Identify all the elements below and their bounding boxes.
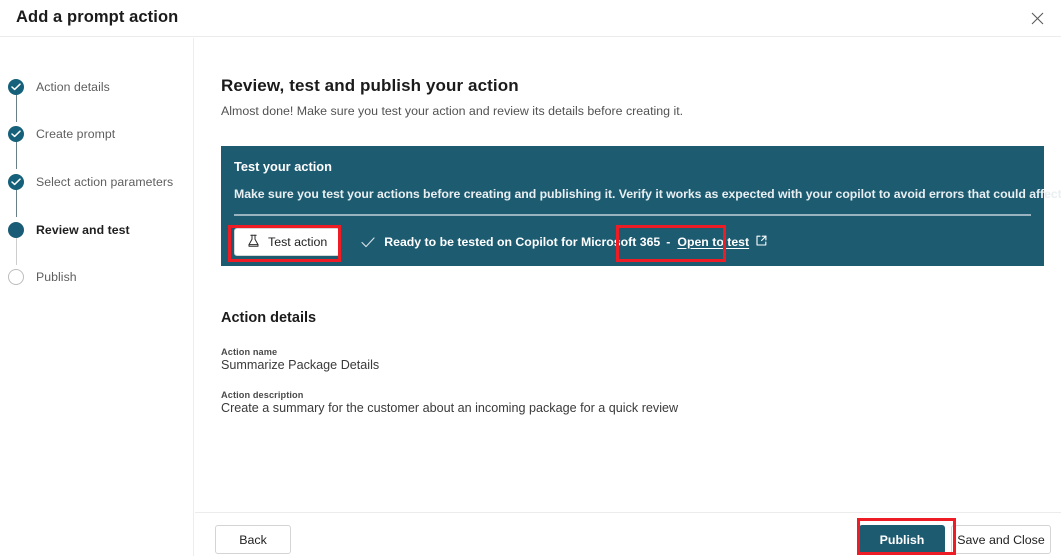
checkmark-icon [8,79,24,95]
panel-divider [234,214,1031,216]
test-panel-title: Test your action [234,159,332,174]
test-status-text: Ready to be tested on Copilot for Micros… [384,235,660,249]
action-name-value: Summarize Package Details [221,358,379,372]
back-button[interactable]: Back [215,525,291,554]
sidebar-step-publish[interactable]: Publish [8,267,77,287]
action-name-label: Action name [221,347,277,357]
sidebar-step-label: Publish [36,270,77,284]
step-status-icon [8,222,24,238]
sidebar-step-review-and-test[interactable]: Review and test [8,220,130,240]
add-prompt-action-dialog: Add a prompt action Action details [0,0,1061,556]
checkmark-icon [361,237,375,248]
sidebar-step-label: Review and test [36,223,130,237]
dialog-title: Add a prompt action [16,8,178,27]
step-connector [16,140,17,169]
separator-dash: - [666,235,670,249]
page-subtitle: Almost done! Make sure you test your act… [221,104,683,118]
sidebar-step-create-prompt[interactable]: Create prompt [8,124,115,144]
sidebar-step-select-action-parameters[interactable]: Select action parameters [8,172,173,192]
test-panel-actions: Test action Ready to be tested on Copilo… [234,226,767,258]
publish-button[interactable]: Publish [859,525,945,554]
open-to-test-label: Open to test [677,235,749,249]
wizard-sidebar: Action details Create prompt Select acti… [0,38,194,556]
step-connector [16,93,17,122]
checkmark-icon [8,174,24,190]
open-to-test-link[interactable]: Open to test [677,235,767,249]
checkmark-icon [8,126,24,142]
step-connector [16,188,17,217]
main-content: Review, test and publish your action Alm… [195,38,1061,512]
page-title: Review, test and publish your action [221,76,519,96]
step-status-icon [8,79,24,95]
action-description-label: Action description [221,390,303,400]
action-description-value: Create a summary for the customer about … [221,401,678,415]
external-link-icon [756,235,767,249]
dialog-header: Add a prompt action [0,0,1061,37]
dialog-footer: Back Publish Save and Close [195,512,1061,556]
test-action-button-label: Test action [268,235,327,249]
empty-circle-icon [8,269,24,285]
sidebar-step-action-details[interactable]: Action details [8,77,110,97]
action-details-heading: Action details [221,310,316,326]
close-icon[interactable] [1021,3,1053,33]
step-status-icon [8,126,24,142]
filled-circle-icon [8,222,24,238]
sidebar-step-label: Action details [36,80,110,94]
sidebar-step-label: Create prompt [36,127,115,141]
test-panel-description: Make sure you test your actions before c… [234,187,1061,201]
step-connector [16,236,17,265]
save-and-close-button[interactable]: Save and Close [951,525,1051,554]
step-status-icon [8,269,24,285]
sidebar-step-label: Select action parameters [36,175,173,189]
test-action-button[interactable]: Test action [234,228,340,256]
step-status-icon [8,174,24,190]
flask-icon [247,234,260,251]
test-your-action-panel: Test your action Make sure you test your… [221,146,1044,266]
